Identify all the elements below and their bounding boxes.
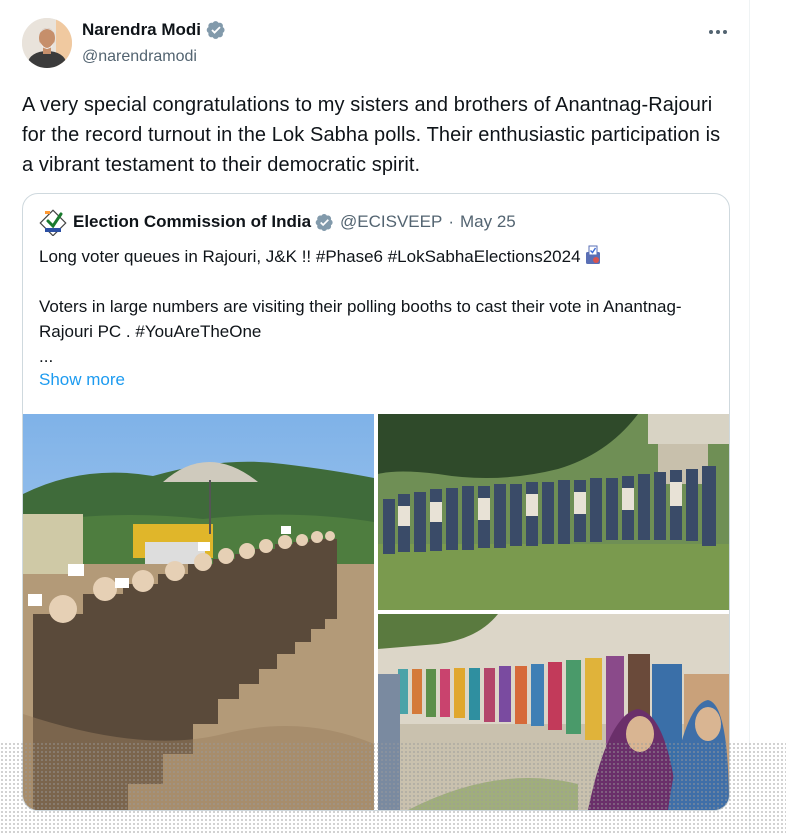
quoted-header: Election Commission of India @ECISVEEP ·… [39, 208, 516, 236]
author-name-row: Narendra Modi [82, 20, 226, 40]
quoted-author-name[interactable]: Election Commission of India [73, 212, 311, 232]
more-options-icon[interactable] [704, 20, 732, 44]
quoted-author-handle[interactable]: @ECISVEEP [340, 212, 442, 232]
photo-voters-queue-umbrella[interactable] [23, 414, 374, 810]
photo-voters-line-field[interactable] [378, 414, 729, 610]
author-avatar[interactable] [22, 18, 72, 68]
media-grid [23, 414, 729, 810]
quoted-date[interactable]: May 25 [460, 212, 516, 232]
quoted-text: Long voter queues in Rajouri, J&K !! #Ph… [39, 244, 709, 369]
tweet-text: A very special congratulations to my sis… [22, 94, 721, 176]
photo-women-voters-queue[interactable] [378, 614, 729, 810]
quoted-line-2: Voters in large numbers are visiting the… [39, 297, 682, 341]
ballot-box-icon [585, 245, 600, 264]
eci-logo [39, 209, 67, 236]
quoted-tweet[interactable]: Election Commission of India @ECISVEEP ·… [22, 193, 730, 811]
verified-badge-icon [206, 21, 225, 39]
author-name[interactable]: Narendra Modi [82, 20, 201, 40]
quoted-line-1: Long voter queues in Rajouri, J&K !! #Ph… [39, 247, 581, 266]
show-more-link[interactable]: Show more [39, 370, 125, 390]
separator-dot: · [448, 212, 454, 231]
author-handle[interactable]: @narendramodi [82, 48, 197, 66]
verified-badge-icon [315, 213, 333, 231]
timeline-divider [749, 0, 750, 833]
quoted-ellipsis: ... [39, 347, 54, 366]
